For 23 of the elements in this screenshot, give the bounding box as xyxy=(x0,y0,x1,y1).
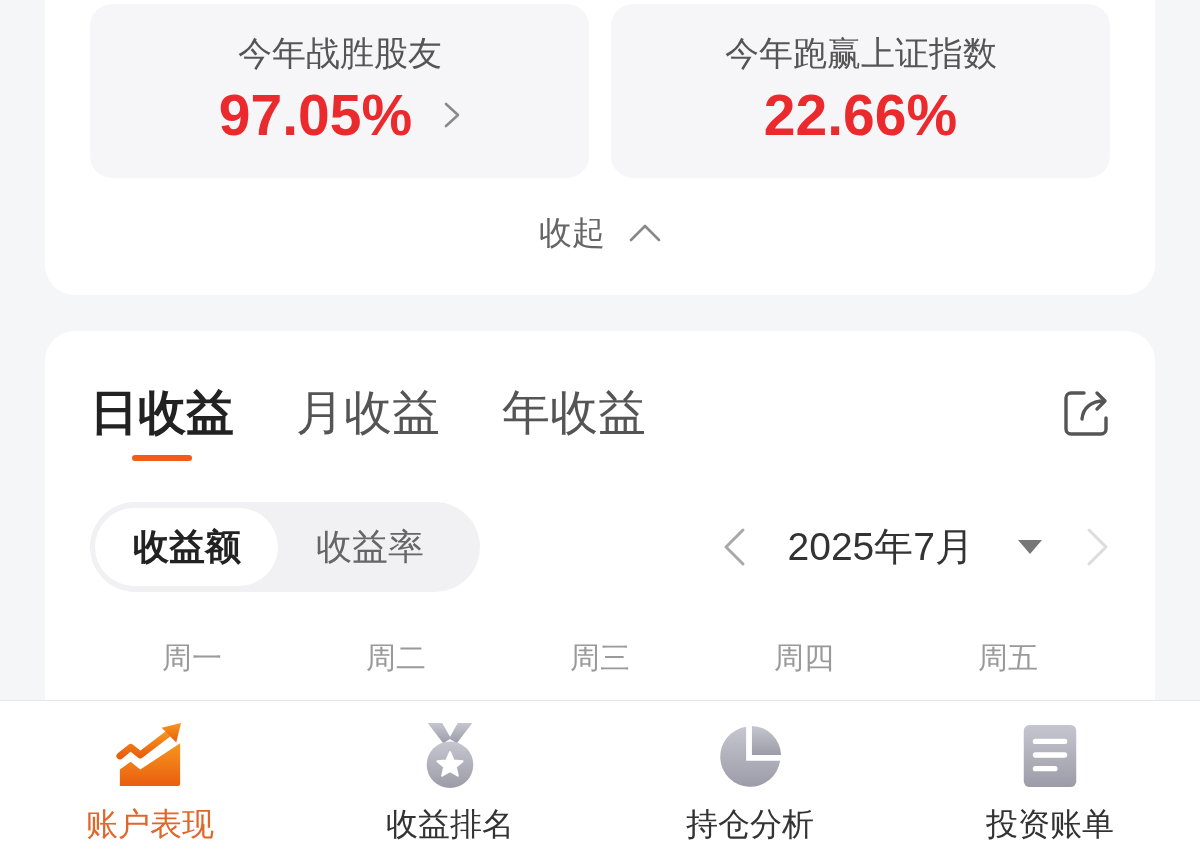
dropdown-caret-icon xyxy=(1018,540,1042,554)
tab[interactable]: 年收益 xyxy=(502,383,646,461)
chevron-right-icon[interactable] xyxy=(444,102,461,128)
weekday-label: 周二 xyxy=(366,640,426,676)
stat-value: 22.66% xyxy=(763,83,958,147)
segment-button[interactable]: 收益额 xyxy=(95,508,278,586)
nav-tab[interactable]: 收益排名 xyxy=(300,701,600,842)
nav-tab[interactable]: 投资账单 xyxy=(900,701,1200,842)
stat-value: 97.05% xyxy=(218,83,413,147)
stat-label: 今年战胜股友 xyxy=(237,33,442,74)
stat-label: 今年跑赢上证指数 xyxy=(724,33,997,74)
collapse-button[interactable]: 收起 xyxy=(539,215,661,251)
tab[interactable]: 月收益 xyxy=(296,383,440,461)
weekday-label: 周五 xyxy=(978,640,1038,676)
weekday-label: 周一 xyxy=(162,640,222,676)
weekday-label: 周四 xyxy=(774,640,834,676)
share-icon[interactable] xyxy=(1062,388,1110,438)
segment-button[interactable]: 收益率 xyxy=(278,508,461,586)
weekday-label: 周三 xyxy=(570,640,630,676)
chevron-up-icon xyxy=(629,224,661,242)
tab[interactable]: 日收益 xyxy=(90,383,234,461)
month-selector[interactable]: 2025年7月 xyxy=(787,523,1042,571)
nav-tab[interactable]: 持仓分析 xyxy=(600,701,900,842)
